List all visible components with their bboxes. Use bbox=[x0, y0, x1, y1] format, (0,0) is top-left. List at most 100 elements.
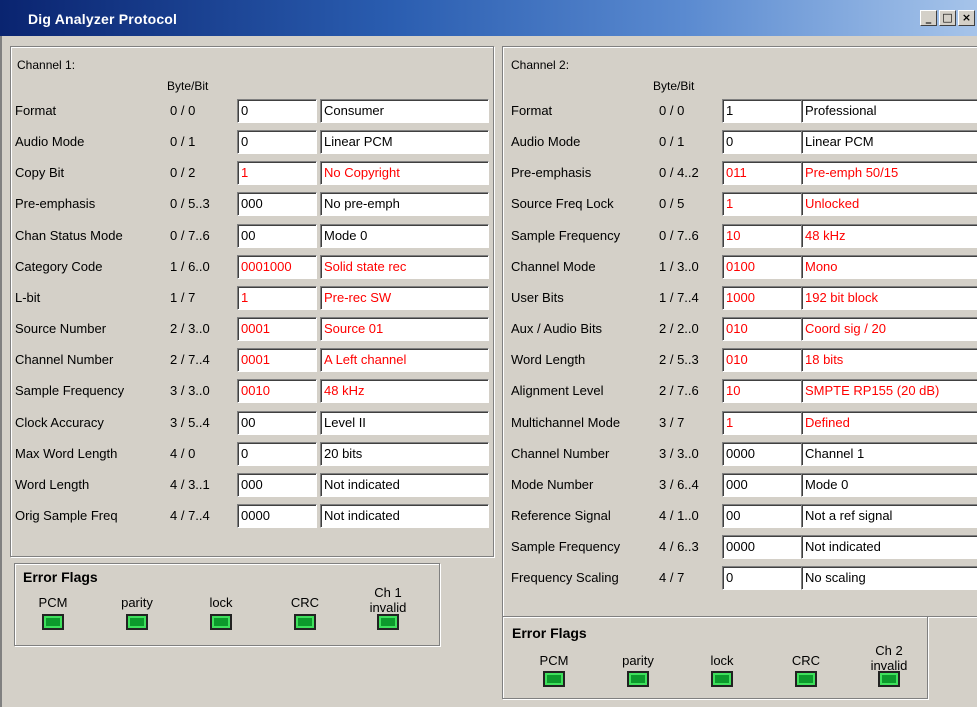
decoded-value-field: Pre-rec SW bbox=[320, 285, 489, 310]
decoded-value-field: Linear PCM bbox=[801, 130, 977, 155]
status-row: Format 0 / 0 0 Consumer bbox=[15, 99, 489, 123]
decoded-value-field: Not a ref signal bbox=[801, 503, 977, 528]
status-row: Max Word Length 4 / 0 0 20 bits bbox=[15, 441, 489, 466]
bit-value-field: 0000 bbox=[722, 535, 802, 560]
bit-value-field: 0 bbox=[722, 566, 802, 591]
error-flag-label: PCM bbox=[38, 595, 68, 610]
bit-value-field: 0100 bbox=[722, 254, 802, 279]
field-label: Audio Mode bbox=[511, 134, 581, 150]
decoded-value-field: Linear PCM bbox=[320, 130, 489, 155]
error-flag-label: CRC bbox=[791, 653, 821, 668]
window-controls: _ □ × bbox=[920, 10, 975, 26]
byte-bit: 0 / 4..2 bbox=[659, 165, 699, 181]
byte-bit: 4 / 0 bbox=[170, 445, 196, 461]
error-flag-led-indicator bbox=[795, 671, 817, 687]
status-row: Multichannel Mode 3 / 7 1 Defined bbox=[511, 410, 977, 435]
field-label: Frequency Scaling bbox=[511, 570, 619, 586]
decoded-value-field: No scaling bbox=[801, 566, 977, 591]
error-flags-title: Error Flags bbox=[512, 625, 587, 641]
field-label: Source Number bbox=[15, 321, 107, 337]
field-label: Audio Mode bbox=[15, 134, 85, 150]
byte-bit: 0 / 0 bbox=[659, 103, 685, 118]
status-row: Sample Frequency 3 / 3..0 0010 48 kHz bbox=[15, 379, 489, 404]
byte-bit: 4 / 7..4 bbox=[170, 507, 210, 523]
decoded-value-field: Defined bbox=[801, 410, 977, 435]
title-bar[interactable]: Dig Analyzer Protocol _ □ × bbox=[0, 0, 977, 36]
decoded-value-field: Channel 1 bbox=[801, 441, 977, 466]
bit-value-field: 10 bbox=[722, 223, 802, 248]
error-flag-led-indicator bbox=[294, 614, 316, 630]
bit-value-field: 0001 bbox=[237, 348, 317, 373]
status-row: Word Length 2 / 5..3 010 18 bits bbox=[511, 348, 977, 373]
error-flag-label: lock bbox=[209, 595, 233, 610]
field-label: Channel Mode bbox=[511, 258, 596, 274]
error-flag-label: Ch 2 invalid bbox=[870, 643, 908, 673]
minimize-button[interactable]: _ bbox=[920, 10, 937, 26]
decoded-value-field: 48 kHz bbox=[320, 379, 489, 404]
field-label: Word Length bbox=[15, 476, 90, 492]
window-title: Dig Analyzer Protocol bbox=[28, 11, 178, 27]
error-flags-title: Error Flags bbox=[23, 569, 98, 585]
field-label: User Bits bbox=[511, 289, 564, 305]
bit-value-field: 0000 bbox=[237, 503, 317, 528]
bit-value-field: 00 bbox=[237, 410, 317, 435]
maximize-button[interactable]: □ bbox=[939, 10, 956, 26]
byte-bit: 0 / 2 bbox=[170, 165, 196, 181]
status-row: Pre-emphasis 0 / 4..2 011 Pre-emph 50/15 bbox=[511, 161, 977, 186]
decoded-value-field: Professional bbox=[801, 99, 977, 123]
bit-value-field: 000 bbox=[237, 472, 317, 497]
decoded-value-field: 20 bits bbox=[320, 441, 489, 466]
error-flag-led-indicator bbox=[711, 671, 733, 687]
field-label: Format bbox=[15, 103, 57, 118]
byte-bit: 0 / 5 bbox=[659, 196, 685, 212]
decoded-value-field: 18 bits bbox=[801, 348, 977, 373]
byte-bit: 0 / 5..3 bbox=[170, 196, 210, 212]
decoded-value-field: Mode 0 bbox=[801, 472, 977, 497]
status-row: Sample Frequency 0 / 7..6 10 48 kHz bbox=[511, 223, 977, 248]
status-row: Audio Mode 0 / 1 0 Linear PCM bbox=[15, 130, 489, 155]
channel-1-group: Channel 1: Byte/Bit Format 0 / 0 0 Consumer… bbox=[10, 46, 494, 557]
byte-bit: 1 / 6..0 bbox=[170, 258, 210, 274]
bit-value-field: 0 bbox=[237, 130, 317, 155]
bit-value-field: 1 bbox=[722, 410, 802, 435]
error-flag-led-indicator bbox=[210, 614, 232, 630]
bit-value-field: 011 bbox=[722, 161, 802, 186]
field-label: Reference Signal bbox=[511, 507, 611, 523]
decoded-value-field: Mono bbox=[801, 254, 977, 279]
decoded-value-field: Solid state rec bbox=[320, 254, 489, 279]
decoded-value-field: A Left channel bbox=[320, 348, 489, 373]
status-row: Channel Mode 1 / 3..0 0100 Mono bbox=[511, 254, 977, 279]
byte-bit: 2 / 3..0 bbox=[170, 321, 210, 337]
decoded-value-field: 48 kHz bbox=[801, 223, 977, 248]
decoded-value-field: No pre-emph bbox=[320, 192, 489, 217]
byte-bit: 4 / 6..3 bbox=[659, 539, 699, 555]
bit-value-field: 010 bbox=[722, 317, 802, 342]
byte-bit: 1 / 3..0 bbox=[659, 258, 699, 274]
error-flag-led-indicator bbox=[126, 614, 148, 630]
decoded-value-field: Not indicated bbox=[320, 503, 489, 528]
status-row: Format 0 / 0 1 Professional bbox=[511, 99, 977, 123]
bit-value-field: 0001000 bbox=[237, 254, 317, 279]
channel-1-error-flags: Error Flags PCM parity lock CRC Ch 1 invalid bbox=[14, 563, 440, 646]
field-label: Multichannel Mode bbox=[511, 414, 621, 430]
status-row: Source Number 2 / 3..0 0001 Source 01 bbox=[15, 317, 489, 342]
byte-bit: 3 / 6..4 bbox=[659, 476, 699, 492]
byte-bit: 2 / 7..4 bbox=[170, 352, 210, 368]
error-flag-led-indicator bbox=[543, 671, 565, 687]
status-row: Channel Number 2 / 7..4 0001 A Left channel bbox=[15, 348, 489, 373]
bit-value-field: 0000 bbox=[722, 441, 802, 466]
field-label: Sample Frequency bbox=[511, 227, 621, 243]
field-label: Channel Number bbox=[511, 445, 610, 461]
field-label: Pre-emphasis bbox=[15, 196, 96, 212]
field-label: Clock Accuracy bbox=[15, 414, 104, 430]
status-row: Sample Frequency 4 / 6..3 0000 Not indicate… bbox=[511, 535, 977, 560]
close-button[interactable]: × bbox=[958, 10, 975, 26]
byte-bit: 3 / 3..0 bbox=[659, 445, 699, 461]
status-row: L-bit 1 / 7 1 Pre-rec SW bbox=[15, 285, 489, 310]
channel-1-bytebit-header: Byte/Bit bbox=[167, 79, 209, 93]
byte-bit: 2 / 5..3 bbox=[659, 352, 699, 368]
status-row: User Bits 1 / 7..4 1000 192 bit block bbox=[511, 285, 977, 310]
field-label: Aux / Audio Bits bbox=[511, 321, 603, 337]
status-row: Copy Bit 0 / 2 1 No Copyright bbox=[15, 161, 489, 186]
bit-value-field: 1 bbox=[237, 285, 317, 310]
